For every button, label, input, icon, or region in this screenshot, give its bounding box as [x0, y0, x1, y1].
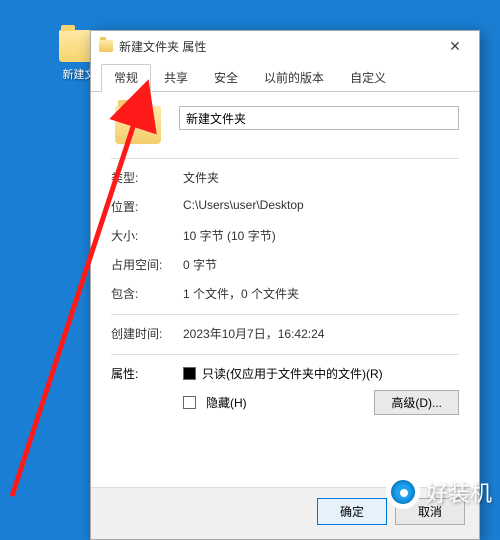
value-size: 10 字节 (10 字节)	[183, 227, 459, 244]
close-icon: ✕	[449, 38, 461, 55]
readonly-checkbox[interactable]	[183, 367, 196, 380]
label-size: 大小:	[111, 227, 183, 244]
watermark: 好装机	[386, 475, 492, 509]
watermark-logo-icon	[386, 475, 420, 509]
tab-strip: 常规 共享 安全 以前的版本 自定义	[91, 59, 479, 92]
tab-sharing[interactable]: 共享	[151, 64, 201, 92]
tab-content-general: 类型:文件夹 位置:C:\Users\user\Desktop 大小:10 字节…	[91, 92, 479, 487]
divider	[111, 158, 459, 159]
window-title: 新建文件夹 属性	[119, 38, 437, 55]
watermark-text: 好装机	[426, 476, 492, 508]
hidden-checkbox[interactable]	[183, 396, 196, 409]
label-type: 类型:	[111, 169, 183, 186]
readonly-label: 只读(仅应用于文件夹中的文件)(R)	[202, 365, 383, 382]
titlebar: 新建文件夹 属性 ✕	[91, 31, 479, 59]
label-disk: 占用空间:	[111, 256, 183, 273]
tab-general[interactable]: 常规	[101, 64, 151, 92]
folder-name-input[interactable]	[179, 106, 459, 130]
value-created: 2023年10月7日，16:42:24	[183, 325, 459, 342]
value-type: 文件夹	[183, 169, 459, 186]
label-location: 位置:	[111, 198, 183, 215]
tab-security[interactable]: 安全	[201, 64, 251, 92]
label-contains: 包含:	[111, 285, 183, 302]
tab-previous[interactable]: 以前的版本	[251, 64, 337, 92]
divider	[111, 314, 459, 315]
value-location: C:\Users\user\Desktop	[183, 198, 459, 215]
divider	[111, 354, 459, 355]
tab-custom[interactable]: 自定义	[337, 64, 399, 92]
close-button[interactable]: ✕	[437, 35, 473, 57]
label-attributes: 属性:	[111, 365, 183, 415]
ok-button[interactable]: 确定	[317, 498, 387, 525]
folder-icon	[99, 40, 113, 52]
value-contains: 1 个文件，0 个文件夹	[183, 285, 459, 302]
advanced-button[interactable]: 高级(D)...	[374, 390, 459, 415]
label-created: 创建时间:	[111, 325, 183, 342]
hidden-label: 隐藏(H)	[206, 394, 247, 411]
folder-icon	[115, 106, 161, 144]
value-disk: 0 字节	[183, 256, 459, 273]
properties-dialog: 新建文件夹 属性 ✕ 常规 共享 安全 以前的版本 自定义 类型:文件夹 位置:…	[90, 30, 480, 540]
